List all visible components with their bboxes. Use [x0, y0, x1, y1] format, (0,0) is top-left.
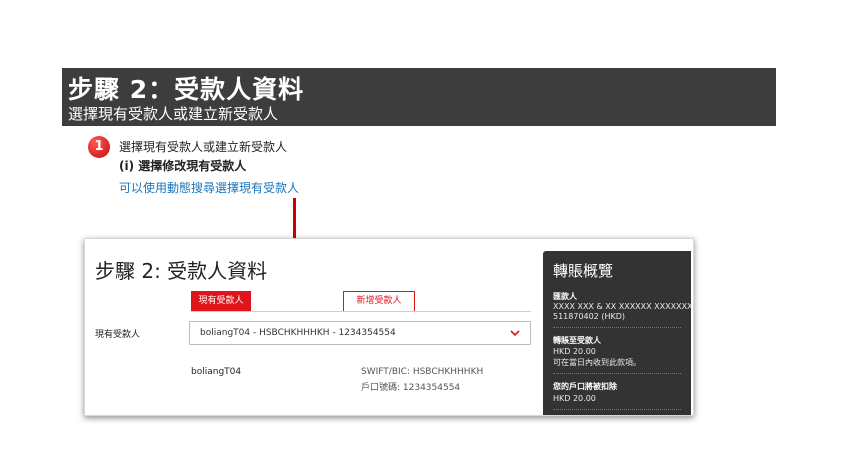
summary-to-label: 轉賬至受款人	[553, 336, 601, 345]
step-number-badge: 1	[88, 136, 110, 158]
summary-divider	[553, 327, 681, 328]
summary-to-note: 可在當日內收到此款項。	[553, 358, 641, 367]
summary-from-account: XXXX XXX & XX XXXXXX XXXXXXX	[553, 302, 693, 311]
header-subtitle: 選擇現有受款人或建立新受款人	[68, 105, 279, 123]
tab-existing-payee[interactable]: 現有受款人	[191, 291, 251, 311]
form-screenshot: 步驟 2: 受款人資料 現有受款人 新增受款人 現有受款人 boliangT04…	[84, 238, 694, 416]
payee-swift: SWIFT/BIC: HSBCHKHHHKH	[361, 367, 484, 377]
summary-from-number: 511870402 (HKD)	[553, 312, 626, 321]
tab-new-payee[interactable]: 新增受款人	[343, 291, 415, 312]
select-value: boliangT04 - HSBCHKHHHKH - 1234354554	[200, 328, 396, 338]
summary-from-label: 匯款人	[553, 292, 577, 301]
tab-divider	[191, 311, 531, 312]
summary-debit-amount: HKD 20.00	[553, 394, 596, 403]
existing-payee-select[interactable]: boliangT04 - HSBCHKHHHKH - 1234354554	[189, 321, 531, 345]
summary-divider	[553, 373, 681, 374]
payee-account-number: 戶口號碼: 1234354554	[361, 383, 461, 393]
step-substep: (i) 選擇修改現有受款人	[119, 159, 247, 173]
form-title: 步驟 2: 受款人資料	[95, 259, 268, 283]
chevron-down-icon	[510, 330, 520, 337]
summary-title: 轉賬概覽	[553, 262, 614, 280]
step-hint: 可以使用動態搜尋選擇現有受款人	[119, 181, 300, 195]
summary-divider	[553, 409, 681, 410]
transfer-summary-panel: 轉賬概覽 匯款人 XXXX XXX & XX XXXXXX XXXXXXX 51…	[543, 251, 693, 415]
existing-payee-label: 現有受款人	[95, 330, 141, 340]
step-instruction: 選擇現有受款人或建立新受款人	[119, 140, 288, 154]
summary-debit-label: 您的戶口將被扣除	[553, 382, 617, 391]
payee-name: boliangT04	[191, 367, 242, 377]
header-title: 步驟 2：受款人資料	[68, 75, 305, 104]
section-header: 步驟 2：受款人資料 選擇現有受款人或建立新受款人	[62, 68, 776, 126]
summary-to-amount: HKD 20.00	[553, 347, 596, 356]
